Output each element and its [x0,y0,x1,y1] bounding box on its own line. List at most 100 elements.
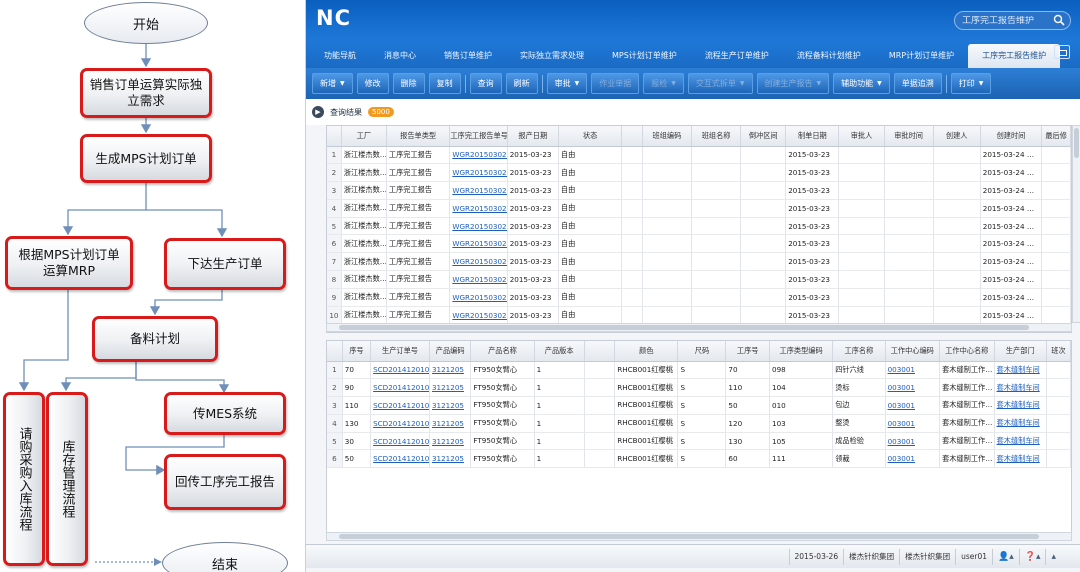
column-header[interactable]: 产品名称 [470,341,535,362]
table-row[interactable]: 650SCD20141201000003121205FT950女臂心1 RHCB0… [327,449,1071,469]
table-row[interactable]: 3110SCD20141201000003121205FT950女臂心1 RHCB… [327,396,1071,415]
help-icon[interactable]: ❓▴ [1018,548,1046,565]
toolbar-button-1[interactable]: 修改 [356,73,389,94]
column-header[interactable] [327,341,343,362]
tab-4[interactable]: MPS计划订单维护 [598,44,691,68]
column-header[interactable] [621,126,643,147]
function-search[interactable] [954,11,1071,30]
table-cell[interactable]: 3121205 [429,449,472,469]
table-row[interactable]: 4浙江楼杰数…工序完工报告WGR20150302400002015-03-23自… [327,199,1071,218]
column-header[interactable]: 序号 [342,341,372,362]
column-header[interactable]: 工序名称 [832,341,886,362]
toolbar-button-10[interactable]: 创建生产报告 ▼ [756,73,830,94]
column-header[interactable]: 产品编码 [429,341,472,362]
column-header[interactable]: 状态 [558,126,623,147]
table-cell[interactable]: SCD2014120100000 [370,432,430,451]
table-row[interactable]: 5浙江楼杰数…工序完工报告WGR20150302400002015-03-23自… [327,217,1071,236]
table-cell[interactable]: 套木缝制车间 [994,449,1047,469]
table-row[interactable]: 9浙江楼杰数…工序完工报告WGR20150302400002015-03-23自… [327,288,1071,307]
table-cell[interactable]: 套木缝制车间 [994,361,1047,380]
table-row[interactable]: 3浙江楼杰数…工序完工报告WGR20150302400002015-03-23自… [327,181,1071,200]
table-cell[interactable]: SCD2014120100000 [370,449,430,469]
toolbar-button-12[interactable]: 单据追溯 [893,73,942,94]
table-cell[interactable]: 3121205 [429,361,472,380]
table-cell[interactable]: 3121205 [429,432,472,451]
tab-7[interactable]: MRP计划订单维护 [875,44,968,68]
table-cell[interactable]: 003001 [885,361,941,380]
toolbar-button-8[interactable]: 报检 ▼ [643,73,684,94]
column-header[interactable]: 班组编码 [642,126,693,147]
column-header[interactable]: 生产部门 [994,341,1047,362]
toolbar-button-9[interactable]: 交互式拆单 ▼ [687,73,753,94]
table-cell[interactable]: SCD2014120100000 [370,396,430,415]
table-cell[interactable]: 003001 [885,378,941,398]
report-detail-hscroll[interactable] [326,532,1072,541]
table-cell[interactable]: 套木缝制车间 [994,396,1047,415]
table-row[interactable]: 4130SCD20141201000003121205FT950女臂心1 RHCB… [327,414,1071,433]
dropdown-caret-icon[interactable]: ▼ [817,80,822,87]
table-cell[interactable]: WGR2015030240000 [449,199,508,218]
function-search-input[interactable] [962,15,1052,26]
table-cell[interactable]: SCD2014120100000 [370,361,430,380]
table-cell[interactable]: WGR2015030240000 [449,252,508,272]
table-row[interactable]: 290SCD20141201000003121205FT950女臂心1 RHCB0… [327,378,1071,398]
tab-0[interactable]: 功能导航 [310,44,370,68]
table-cell[interactable]: 003001 [885,432,941,451]
table-row[interactable]: 6浙江楼杰数…工序完工报告WGR20150302400002015-03-23自… [327,234,1071,254]
toolbar-button-11[interactable]: 辅助功能 ▼ [833,73,890,94]
table-cell[interactable]: WGR2015030240000 [449,146,508,165]
column-header[interactable]: 制单日期 [785,126,840,147]
status-group[interactable]: 楼杰针织集团 [843,548,899,565]
table-row[interactable]: 7浙江楼杰数…工序完工报告WGR20150302400002015-03-23自… [327,252,1071,272]
table-cell[interactable]: 套木缝制车间 [994,414,1047,433]
toolbar-button-0[interactable]: 新增 ▼ [312,73,353,94]
table-row[interactable]: 170SCD20141201000003121205FT950女臂心1RHCB0… [327,361,1071,380]
dropdown-caret-icon[interactable]: ▼ [740,80,745,87]
table-row[interactable]: 530SCD20141201000003121205FT950女臂心1 RHCB0… [327,432,1071,451]
toolbar-button-4[interactable]: 查询 [469,73,502,94]
table-cell[interactable]: WGR2015030240000 [449,288,508,307]
dropdown-caret-icon[interactable]: ▼ [340,80,345,87]
column-header[interactable]: 工作中心名称 [939,341,995,362]
column-header[interactable]: 产品版本 [534,341,585,362]
table-cell[interactable]: WGR2015030240000 [449,234,508,254]
column-header[interactable]: 工厂 [341,126,387,147]
tab-3[interactable]: 实际独立需求处理 [506,44,598,68]
table-cell[interactable]: 3121205 [429,378,472,398]
column-header[interactable] [327,126,342,147]
table-cell[interactable]: WGR2015030240000 [449,306,508,325]
dropdown-caret-icon[interactable]: ▼ [575,80,580,87]
toolbar-button-2[interactable]: 删除 [392,73,425,94]
dropdown-caret-icon[interactable]: ▼ [979,80,984,87]
table-cell[interactable]: 套木缝制车间 [994,378,1047,398]
column-header[interactable]: 工序完工报告单号 [449,126,508,147]
status-user[interactable]: user01 [955,548,992,565]
table-cell[interactable]: 003001 [885,449,941,469]
table-row[interactable]: 10浙江楼杰数…工序完工报告WGR20150302400002015-03-23… [327,306,1071,325]
column-header[interactable]: 审批时间 [884,126,934,147]
toolbar-button-5[interactable]: 刷新 [505,73,538,94]
table-cell[interactable]: WGR2015030240000 [449,163,508,183]
column-header[interactable]: 审批人 [838,126,885,147]
column-header[interactable]: 报告单类型 [386,126,451,147]
column-header[interactable]: 创建时间 [980,126,1043,147]
search-icon[interactable] [1053,14,1065,26]
column-header[interactable]: 工序号 [725,341,771,362]
tab-2[interactable]: 销售订单维护 [430,44,506,68]
toolbar-button-3[interactable]: 复制 [428,73,461,94]
toolbar-button-6[interactable]: 审批 ▼ [546,73,588,94]
status-org[interactable]: 楼杰针织集团 [899,548,955,565]
column-header[interactable]: 工序类型编码 [769,341,834,362]
expand-up-icon[interactable]: ▴ [1045,548,1061,565]
tab-8[interactable]: 工序完工报告维护 [968,44,1061,68]
table-cell[interactable]: SCD2014120100000 [370,414,430,433]
table-cell[interactable]: WGR2015030240000 [449,270,508,289]
column-header[interactable]: 倒冲区间 [740,126,787,147]
column-header[interactable]: 报产日期 [507,126,559,147]
table-row[interactable]: 8浙江楼杰数…工序完工报告WGR20150302400002015-03-23自… [327,270,1071,289]
column-header[interactable]: 创建人 [933,126,981,147]
table-row[interactable]: 2浙江楼杰数…工序完工报告WGR20150302400002015-03-23自… [327,163,1071,183]
window-restore-icon[interactable] [1054,45,1070,59]
report-header-hscroll[interactable] [326,323,1072,332]
table-cell[interactable]: 3121205 [429,396,472,415]
